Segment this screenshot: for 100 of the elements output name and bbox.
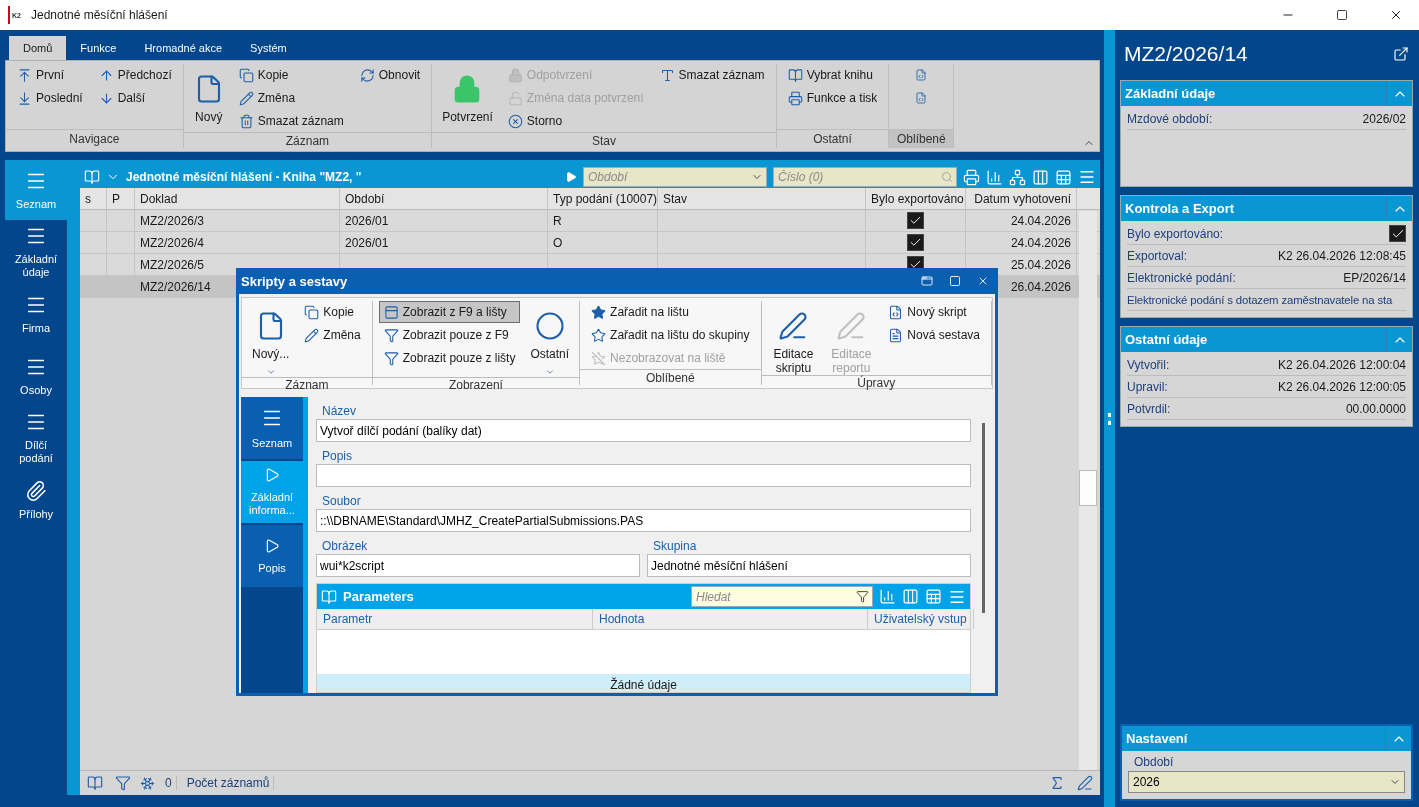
column-header[interactable]: Parametr [317,609,593,629]
ribbon-button[interactable]: Předchozí [93,64,177,86]
play-icon [565,171,577,183]
ribbon-button[interactable]: Nový... [248,301,294,377]
field-label: Elektronické podání s dotazem zaměstnavatele na sta [1127,293,1393,306]
ribbon-button[interactable]: Zařadit na lištu do skupiny [586,324,755,346]
script-file-icon [888,304,904,320]
arrow-down-icon [98,90,114,106]
field-value: K2 26.04.2026 12:00:04 [1277,357,1406,372]
field-value: K2 26.04.2026 12:08:45 [1277,248,1406,263]
table-cell: 24.04.2026 [1010,235,1071,250]
field-label: Soubor [321,493,362,509]
column-header[interactable]: Doklad [135,188,340,209]
sidebar-item[interactable]: Seznam [241,397,303,459]
ribbon-button[interactable]: Zařadit na lištu [586,301,755,323]
printer-icon [787,90,803,106]
field-label: Bylo exportováno: [1127,226,1224,241]
image-field[interactable]: wui*k2script [316,554,640,577]
ribbon-button[interactable]: Nový skript [883,301,985,323]
field-value: EP/2026/14 [1343,270,1406,285]
column-header[interactable]: Typ podání (10007) [548,188,658,209]
field-label: Obrázek [321,538,369,554]
ribbon-button[interactable]: Změna [233,87,349,109]
ribbon-button[interactable]: Zobrazit pouze z lišty [378,347,521,369]
filter-icon [383,350,399,366]
ribbon-button[interactable]: Funkce a tisk [782,87,883,109]
ribbon-tab[interactable]: Systém [236,36,301,60]
column-header[interactable]: Datum vyhotovení [966,188,1077,209]
scroll-thumb[interactable] [1079,470,1097,506]
menu-icon [1078,168,1096,186]
ribbon-button[interactable]: Obnovit [354,64,426,86]
column-header[interactable]: Hodnota [593,609,868,629]
period-filter[interactable]: Období [583,167,767,187]
description-field[interactable] [316,464,971,487]
ribbon-button[interactable]: Smazat záznam [233,110,349,132]
table-cell: 2026/01 [345,213,389,228]
table-row[interactable]: MZ2/2026/3 2026/01 R 24.04.2026 [80,210,1100,232]
refresh-icon [359,67,375,83]
ribbon-tab[interactable]: Domů [9,36,67,60]
scrollbar[interactable] [1079,211,1097,770]
table-cell: 24.04.2026 [1010,213,1071,228]
circle-icon [534,311,565,341]
ribbon-button[interactable]: Potvrzení [438,64,497,124]
period-dropdown[interactable]: 2026 [1128,771,1405,793]
columns-icon [902,588,919,605]
table-cell: MZ2/2026/14 [140,279,211,294]
ribbon-tab[interactable]: Hromadné akce [130,36,237,60]
ribbon-button[interactable]: První [12,64,88,86]
ribbon-button[interactable]: Ostatní [526,301,574,377]
ribbon-button[interactable]: Smazat záznam [654,64,770,86]
table-row[interactable]: MZ2/2026/4 2026/01 O 24.04.2026 [80,232,1100,254]
field-label: Exportoval: [1127,248,1188,263]
chart-icon [986,168,1003,186]
column-header[interactable]: s [80,188,107,209]
filter-icon [856,590,869,603]
name-field[interactable]: Vytvoř dílčí podání (balíky dat) [316,419,971,442]
book-icon [87,775,103,791]
ribbon-button[interactable]: Storno [502,110,649,132]
field-value: 00.00.0000 [1345,401,1406,416]
external-link-icon [1393,46,1409,62]
column-header[interactable]: P [107,188,135,209]
ribbon-button[interactable]: Změna [299,324,366,346]
group-label: Oblíbené [889,129,954,148]
ribbon-button[interactable]: Vybrat knihu [782,64,883,86]
ribbon-button[interactable]: Nová sestava [883,324,985,346]
group-label: Stav [432,132,776,148]
file-field[interactable]: ::\\DBNAME\Standard\JMHZ_CreatePartialSubmissions.PAS [316,509,971,532]
column-header[interactable]: Stav [658,188,866,209]
caret-icon [544,367,555,377]
ribbon-button[interactable]: Kopie [233,64,349,86]
play-icon [264,537,280,554]
ribbon-button[interactable]: Kopie [299,301,366,323]
ribbon-button[interactable]: Poslední [12,87,88,109]
script-icon [915,66,928,84]
scrollbar[interactable] [982,423,985,613]
empty-message: Žádné údaje [610,678,677,692]
group-label: Oblíbené [580,369,761,385]
ribbon-tab[interactable]: Funkce [66,36,131,60]
document-icon [888,327,904,343]
filter-icon [383,327,399,343]
checkbox[interactable] [1389,225,1406,242]
search-field[interactable]: Hledat [691,586,873,607]
group-field[interactable]: Jednotné měsíční hlášení [647,554,971,577]
dialog-title: Skripty a sestavy [241,273,349,289]
ribbon-button[interactable]: Další [93,87,177,109]
column-header[interactable]: Bylo exportováno [866,188,966,209]
arrow-down-to-line-icon [17,90,32,106]
ribbon-button[interactable]: Zobrazit z F9 a lišty [378,301,521,323]
ribbon-button[interactable]: Editace skriptu [767,301,820,375]
ribbon-button[interactable]: Nový [189,64,228,124]
sidebar-item[interactable]: Popis [241,525,303,587]
number-filter[interactable]: Číslo (0) [773,167,957,187]
arrow-up-to-line-icon [17,67,32,83]
ribbon-button[interactable]: Zobrazit pouze z F9 [378,324,521,346]
search-icon [941,171,953,183]
copy-icon [238,67,254,83]
field-label: Název [321,403,357,419]
column-header[interactable]: Období [340,188,548,209]
filter-icon [115,775,131,791]
column-header[interactable]: Uživatelský vstup [868,609,974,629]
